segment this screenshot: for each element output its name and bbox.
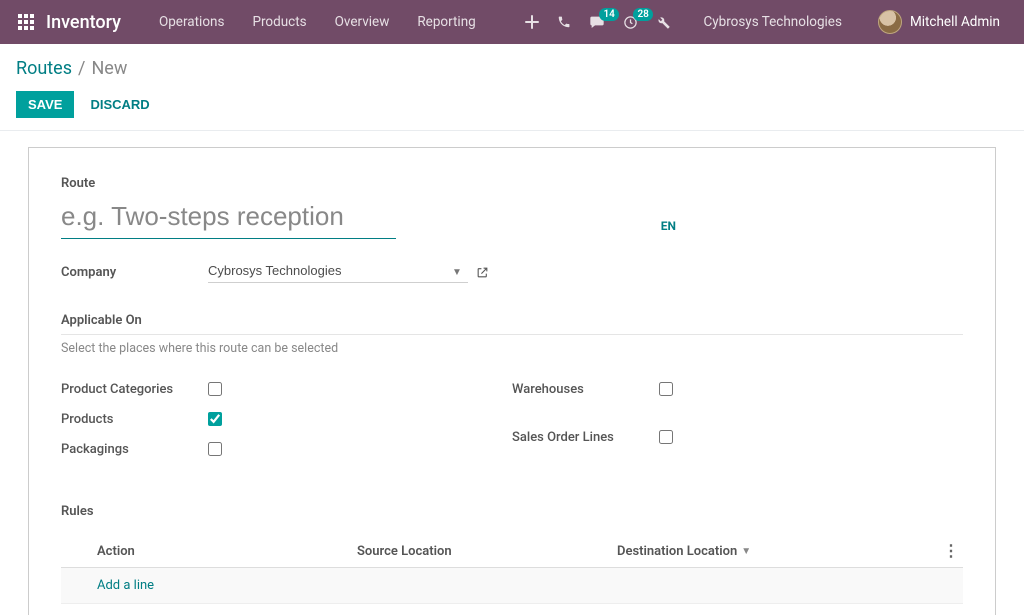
product-categories-label: Product Categories — [61, 382, 208, 397]
col-destination-location-label: Destination Location — [617, 544, 737, 559]
menu-reporting[interactable]: Reporting — [403, 0, 489, 44]
company-input[interactable] — [208, 261, 468, 283]
breadcrumb-root[interactable]: Routes — [16, 58, 72, 79]
user-name: Mitchell Admin — [910, 14, 1000, 30]
column-options-icon[interactable]: ⋮ — [943, 543, 959, 559]
rules-empty-row: Add a line — [61, 568, 963, 604]
menu-overview[interactable]: Overview — [321, 0, 404, 44]
app-title: Inventory — [46, 12, 121, 33]
menu-products[interactable]: Products — [238, 0, 320, 44]
route-name-input[interactable] — [61, 199, 396, 239]
activity-icon[interactable]: 28 — [623, 15, 638, 30]
product-categories-checkbox[interactable] — [208, 382, 222, 396]
lang-button[interactable]: EN — [661, 219, 676, 233]
rules-title: Rules — [61, 504, 963, 525]
breadcrumb: Routes / New — [16, 58, 1008, 79]
plus-icon[interactable] — [525, 15, 539, 29]
company-switcher[interactable]: Cybrosys Technologies — [689, 14, 856, 30]
form-scroll[interactable]: Route EN Company ▼ Applicable On Select … — [0, 131, 1024, 615]
sales-order-lines-checkbox[interactable] — [659, 430, 673, 444]
warehouses-checkbox[interactable] — [659, 382, 673, 396]
menu-operations[interactable]: Operations — [145, 0, 239, 44]
messaging-badge: 14 — [599, 8, 618, 21]
col-source-location[interactable]: Source Location — [357, 544, 617, 559]
col-destination-location[interactable]: Destination Location ▼ — [617, 544, 939, 559]
apps-icon — [18, 14, 34, 30]
avatar — [878, 10, 902, 34]
app-switcher[interactable]: Inventory — [8, 0, 131, 44]
external-link-icon[interactable] — [476, 266, 489, 279]
add-line-link[interactable]: Add a line — [97, 578, 154, 593]
breadcrumb-sep: / — [78, 58, 85, 79]
form-sheet: Route EN Company ▼ Applicable On Select … — [28, 147, 996, 615]
company-label: Company — [61, 265, 208, 280]
control-panel: Routes / New SAVE DISCARD — [0, 44, 1024, 131]
applicable-on-title: Applicable On — [61, 313, 963, 335]
breadcrumb-current: New — [91, 58, 127, 79]
navbar: Inventory Operations Products Overview R… — [0, 0, 1024, 44]
route-label: Route — [61, 176, 963, 191]
col-action[interactable]: Action — [97, 544, 357, 559]
user-menu[interactable]: Mitchell Admin — [874, 10, 1010, 34]
applicable-grid: Product Categories Products Packagings W… — [61, 374, 963, 464]
sort-caret-icon: ▼ — [741, 546, 751, 557]
packagings-checkbox[interactable] — [208, 442, 222, 456]
packagings-label: Packagings — [61, 442, 208, 457]
activity-badge: 28 — [633, 8, 652, 21]
warehouses-label: Warehouses — [512, 382, 659, 397]
tools-icon[interactable] — [656, 15, 671, 30]
products-checkbox[interactable] — [208, 412, 222, 426]
products-label: Products — [61, 412, 208, 427]
phone-icon[interactable] — [557, 15, 571, 29]
rules-table-header: Action Source Location Destination Locat… — [61, 535, 963, 568]
save-button[interactable]: SAVE — [16, 91, 74, 118]
sales-order-lines-label: Sales Order Lines — [512, 430, 659, 445]
discard-button[interactable]: DISCARD — [90, 97, 149, 112]
messaging-icon[interactable]: 14 — [589, 15, 605, 29]
main-menu: Operations Products Overview Reporting — [145, 0, 490, 44]
systray: 14 28 Cybrosys Technologies Mitchell Adm… — [525, 0, 1016, 44]
applicable-on-hint: Select the places where this route can b… — [61, 341, 963, 356]
